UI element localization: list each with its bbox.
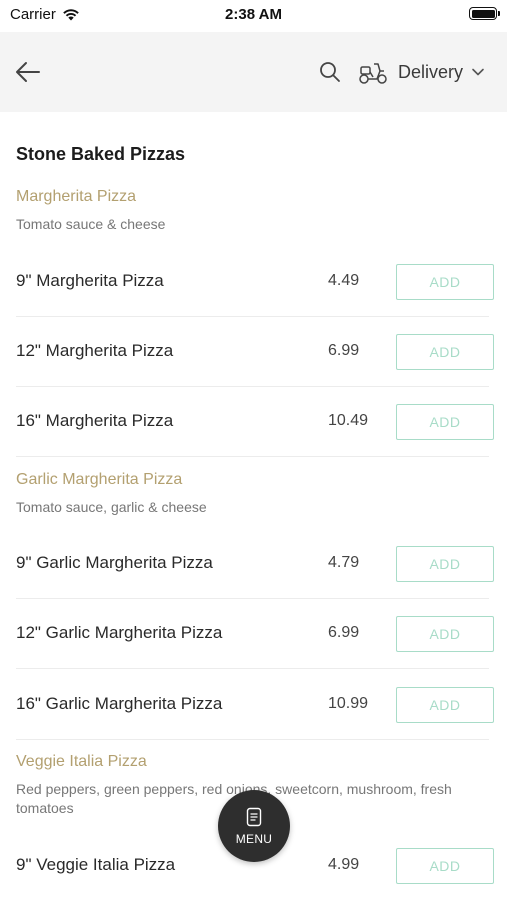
add-button[interactable]: ADD: [396, 687, 494, 723]
menu-doc-icon: [246, 807, 262, 826]
menu-item: 12" Margherita Pizza 6.99 ADD: [0, 317, 507, 387]
chevron-down-icon: [472, 68, 484, 76]
item-price: 4.99: [328, 856, 360, 873]
search-icon[interactable]: [318, 60, 342, 84]
nav-bar: Delivery: [0, 32, 507, 112]
scooter-icon: [359, 63, 387, 84]
add-button[interactable]: ADD: [396, 848, 494, 884]
add-button[interactable]: ADD: [396, 616, 494, 652]
item-price: 6.99: [328, 342, 360, 359]
divider: [16, 668, 489, 669]
item-name: 9" Garlic Margherita Pizza: [16, 553, 213, 572]
add-button[interactable]: ADD: [396, 546, 494, 582]
group-description: Tomato sauce, garlic & cheese: [16, 499, 207, 515]
status-bar: Carrier 2:38 AM: [0, 0, 507, 32]
group-name: Margherita Pizza: [16, 188, 137, 205]
item-name: 12" Garlic Margherita Pizza: [16, 623, 223, 642]
group-name: Veggie Italia Pizza: [16, 753, 147, 770]
menu-item: 9" Margherita Pizza 4.49 ADD: [0, 247, 507, 317]
battery-icon: [469, 7, 500, 20]
item-price: 10.49: [328, 412, 369, 429]
item-name: 16" Margherita Pizza: [16, 411, 174, 430]
add-button[interactable]: ADD: [396, 264, 494, 300]
add-button[interactable]: ADD: [396, 334, 494, 370]
add-button[interactable]: ADD: [396, 404, 494, 440]
menu-fab-button[interactable]: MENU: [218, 790, 290, 862]
item-price: 10.99: [328, 695, 369, 712]
item-price: 4.79: [328, 554, 360, 571]
divider: [16, 456, 489, 457]
item-price: 6.99: [328, 624, 360, 641]
item-name: 12" Margherita Pizza: [16, 341, 174, 360]
delivery-selector[interactable]: Delivery: [358, 56, 485, 88]
section-title: Stone Baked Pizzas: [16, 144, 186, 164]
item-price: 4.49: [328, 272, 360, 289]
item-name: 16" Garlic Margherita Pizza: [16, 694, 223, 713]
back-arrow-icon[interactable]: [14, 58, 42, 86]
menu-item: 16" Garlic Margherita Pizza 10.99 ADD: [0, 670, 507, 740]
menu-item: 9" Garlic Margherita Pizza 4.79 ADD: [0, 529, 507, 599]
group-description: Tomato sauce & cheese: [16, 216, 166, 232]
status-time: 2:38 AM: [225, 6, 282, 23]
menu-fab-label: MENU: [235, 831, 273, 846]
divider: [16, 739, 489, 740]
group-name: Garlic Margherita Pizza: [16, 471, 183, 488]
item-name: 9" Veggie Italia Pizza: [16, 855, 176, 874]
delivery-label: Delivery: [398, 61, 464, 82]
item-name: 9" Margherita Pizza: [16, 271, 164, 290]
menu-item: 12" Garlic Margherita Pizza 6.99 ADD: [0, 599, 507, 669]
menu-item: 16" Margherita Pizza 10.49 ADD: [0, 387, 507, 457]
